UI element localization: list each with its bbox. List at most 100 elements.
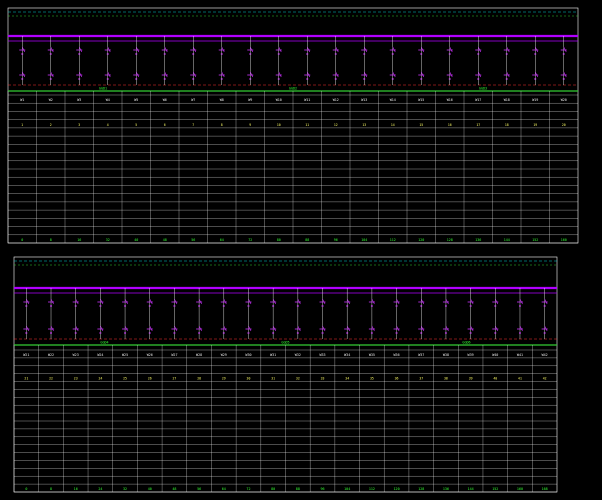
column-code: W31 xyxy=(270,353,276,357)
column-code: W18 xyxy=(504,98,510,102)
column-number: 4 xyxy=(107,123,109,127)
column-number: 15 xyxy=(419,123,423,127)
column-code: W17 xyxy=(475,98,481,102)
column-value: 168 xyxy=(542,487,548,491)
column-code: W39 xyxy=(468,353,474,357)
column-number: 37 xyxy=(419,377,423,381)
column-code: W11 xyxy=(304,98,310,102)
column-number: 16 xyxy=(448,123,452,127)
column-value: 8 xyxy=(50,487,52,491)
column-number: 42 xyxy=(543,377,547,381)
column-code: W20 xyxy=(561,98,567,102)
column-value: 152 xyxy=(532,238,538,242)
column-number: 7 xyxy=(192,123,194,127)
column-code: W25 xyxy=(122,353,128,357)
column-number: 22 xyxy=(49,377,53,381)
column-value: 56 xyxy=(197,487,201,491)
column-value: 120 xyxy=(394,487,400,491)
electrical-schematic-drawing: GGD1 GGD2 GGD3W110W228W3316W4432W5540W6648… xyxy=(0,0,602,500)
column-value: 112 xyxy=(390,238,396,242)
column-code: W15 xyxy=(418,98,424,102)
column-number: 9 xyxy=(249,123,251,127)
column-number: 27 xyxy=(173,377,177,381)
column-number: 23 xyxy=(74,377,78,381)
column-number: 40 xyxy=(493,377,497,381)
column-number: 1 xyxy=(21,123,23,127)
column-value: 0 xyxy=(25,487,27,491)
column-value: 136 xyxy=(443,487,449,491)
column-code: W36 xyxy=(394,353,400,357)
column-number: 14 xyxy=(391,123,395,127)
column-value: 72 xyxy=(248,238,252,242)
column-code: W16 xyxy=(447,98,453,102)
column-code: W21 xyxy=(23,353,29,357)
section-label: GGD5 xyxy=(281,341,289,345)
column-number: 3 xyxy=(78,123,80,127)
column-number: 24 xyxy=(98,377,102,381)
column-number: 19 xyxy=(533,123,537,127)
column-number: 12 xyxy=(334,123,338,127)
column-code: W37 xyxy=(418,353,424,357)
column-number: 11 xyxy=(305,123,309,127)
section-label: GGD2 xyxy=(289,87,297,91)
column-value: 128 xyxy=(418,487,424,491)
column-code: W13 xyxy=(361,98,367,102)
column-number: 38 xyxy=(444,377,448,381)
section-label: GGD4 xyxy=(100,341,108,345)
column-number: 2 xyxy=(50,123,52,127)
column-code: W2 xyxy=(49,98,53,102)
column-code: W30 xyxy=(245,353,251,357)
column-value: 64 xyxy=(220,238,224,242)
column-code: W42 xyxy=(542,353,548,357)
column-value: 32 xyxy=(123,487,127,491)
column-value: 152 xyxy=(492,487,498,491)
column-value: 96 xyxy=(320,487,324,491)
column-value: 160 xyxy=(517,487,523,491)
section-label: GGD6 xyxy=(462,341,470,345)
column-value: 72 xyxy=(246,487,250,491)
column-number: 33 xyxy=(321,377,325,381)
column-value: 104 xyxy=(344,487,350,491)
column-code: W35 xyxy=(369,353,375,357)
column-code: W34 xyxy=(344,353,350,357)
column-value: 8 xyxy=(50,238,52,242)
column-value: 56 xyxy=(191,238,195,242)
column-value: 40 xyxy=(134,238,138,242)
column-value: 104 xyxy=(361,238,367,242)
column-value: 32 xyxy=(106,238,110,242)
column-value: 120 xyxy=(418,238,424,242)
column-code: W41 xyxy=(517,353,523,357)
column-code: W22 xyxy=(48,353,54,357)
column-code: W40 xyxy=(492,353,498,357)
section-label: GGD1 xyxy=(99,87,107,91)
column-code: W33 xyxy=(319,353,325,357)
column-number: 31 xyxy=(271,377,275,381)
column-value: 88 xyxy=(305,238,309,242)
column-value: 144 xyxy=(468,487,474,491)
column-number: 8 xyxy=(221,123,223,127)
column-code: W12 xyxy=(333,98,339,102)
column-code: W23 xyxy=(73,353,79,357)
column-number: 20 xyxy=(562,123,566,127)
column-number: 13 xyxy=(362,123,366,127)
column-code: W28 xyxy=(196,353,202,357)
column-code: W3 xyxy=(77,98,81,102)
column-value: 112 xyxy=(369,487,375,491)
column-number: 28 xyxy=(197,377,201,381)
column-code: W9 xyxy=(248,98,252,102)
column-number: 25 xyxy=(123,377,127,381)
column-number: 10 xyxy=(277,123,281,127)
column-number: 5 xyxy=(135,123,137,127)
column-number: 29 xyxy=(222,377,226,381)
column-value: 16 xyxy=(74,487,78,491)
column-number: 26 xyxy=(148,377,152,381)
column-number: 32 xyxy=(296,377,300,381)
column-code: W7 xyxy=(191,98,195,102)
column-value: 88 xyxy=(296,487,300,491)
column-number: 41 xyxy=(518,377,522,381)
column-value: 16 xyxy=(77,238,81,242)
column-code: W24 xyxy=(97,353,103,357)
column-value: 160 xyxy=(561,238,567,242)
column-code: W8 xyxy=(220,98,224,102)
column-code: W10 xyxy=(276,98,282,102)
